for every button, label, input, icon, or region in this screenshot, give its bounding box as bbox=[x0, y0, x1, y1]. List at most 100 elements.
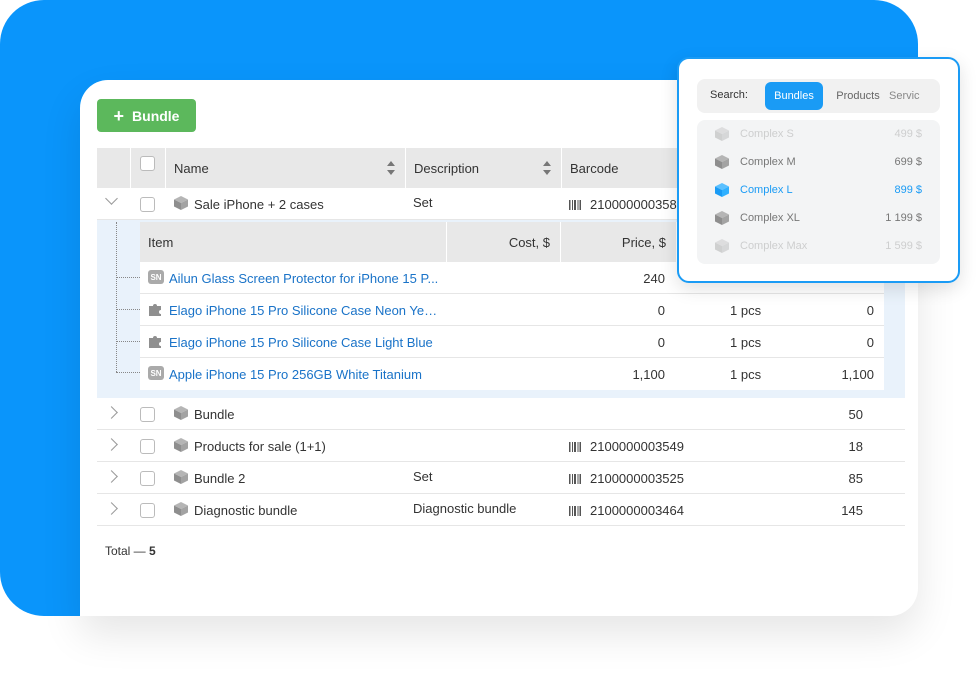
item-total: 1,100 bbox=[841, 367, 874, 382]
item-price: 699 $ bbox=[894, 156, 922, 168]
item-name: Complex M bbox=[740, 156, 796, 168]
item-cost: 1,100 bbox=[632, 367, 665, 382]
list-item[interactable]: Complex XL 1 199 $ bbox=[697, 204, 940, 232]
add-bundle-label: Bundle bbox=[132, 107, 180, 124]
item-price: 1 199 $ bbox=[885, 212, 922, 224]
row-checkbox[interactable] bbox=[140, 503, 155, 518]
row-value: 18 bbox=[848, 439, 863, 454]
column-header-name[interactable]: Name bbox=[165, 148, 405, 188]
item-link[interactable]: Ailun Glass Screen Protector for iPhone … bbox=[169, 271, 438, 286]
row-name: Products for sale (1+1) bbox=[194, 439, 326, 454]
barcode-icon bbox=[569, 442, 581, 452]
row-value: 50 bbox=[848, 407, 863, 422]
item-link[interactable]: Elago iPhone 15 Pro Silicone Case Light … bbox=[169, 335, 433, 350]
subcolumn-cost: Cost, $ bbox=[446, 222, 560, 262]
cube-icon bbox=[174, 470, 188, 484]
chevron-right-icon[interactable] bbox=[105, 406, 118, 419]
item-total: 0 bbox=[866, 303, 874, 318]
item-price: 499 $ bbox=[894, 128, 922, 140]
subtable-row[interactable]: SN Apple iPhone 15 Pro 256GB White Titan… bbox=[140, 358, 884, 390]
serial-number-icon: SN bbox=[148, 366, 164, 380]
select-all-cell bbox=[130, 148, 165, 188]
puzzle-icon bbox=[149, 336, 161, 348]
select-all-checkbox[interactable] bbox=[140, 156, 155, 171]
cube-icon bbox=[174, 438, 188, 452]
row-checkbox[interactable] bbox=[140, 197, 155, 212]
item-cost: 0 bbox=[657, 303, 665, 318]
row-checkbox[interactable] bbox=[140, 471, 155, 486]
chevron-right-icon[interactable] bbox=[105, 470, 118, 483]
search-popup: Search: Bundles Products Servic Complex … bbox=[677, 57, 960, 283]
item-link[interactable]: Elago iPhone 15 Pro Silicone Case Neon Y… bbox=[169, 303, 439, 318]
item-quantity: 1 pcs bbox=[730, 367, 762, 382]
item-link[interactable]: Apple iPhone 15 Pro 256GB White Titanium bbox=[169, 367, 422, 382]
list-item[interactable]: Complex S 499 $ bbox=[697, 120, 940, 148]
chevron-right-icon[interactable] bbox=[105, 502, 118, 515]
tab-products[interactable]: Products bbox=[829, 82, 887, 110]
row-description: Diagnostic bundle bbox=[413, 501, 517, 516]
table-row[interactable]: Bundle 50 bbox=[97, 398, 905, 430]
row-barcode: 2100000003464 bbox=[590, 503, 684, 518]
item-name: Complex S bbox=[740, 128, 794, 140]
item-name: Complex XL bbox=[740, 212, 800, 224]
tree-connector bbox=[116, 372, 140, 373]
sort-icon[interactable] bbox=[543, 161, 551, 175]
row-value: 145 bbox=[841, 503, 863, 518]
list-item[interactable]: Complex M 699 $ bbox=[697, 148, 940, 176]
subtable-row[interactable]: Elago iPhone 15 Pro Silicone Case Light … bbox=[140, 326, 884, 358]
total-count: Total — 5 bbox=[105, 544, 156, 558]
subcolumn-label-cost: Cost, $ bbox=[508, 234, 550, 250]
item-price: 1 599 $ bbox=[885, 240, 922, 252]
item-total: 0 bbox=[866, 335, 874, 350]
serial-number-icon: SN bbox=[148, 270, 164, 284]
subtable-row[interactable]: Elago iPhone 15 Pro Silicone Case Neon Y… bbox=[140, 294, 884, 326]
tab-bundles-label: Bundles bbox=[774, 90, 814, 102]
table-row[interactable]: Products for sale (1+1) 2100000003549 18 bbox=[97, 430, 905, 462]
row-name: Bundle 2 bbox=[194, 471, 246, 486]
row-checkbox[interactable] bbox=[140, 407, 155, 422]
row-description: Set bbox=[413, 469, 433, 484]
tab-bundles[interactable]: Bundles bbox=[765, 82, 823, 110]
cube-icon bbox=[715, 211, 729, 225]
puzzle-icon bbox=[149, 304, 161, 316]
cube-icon bbox=[174, 406, 188, 420]
cube-icon bbox=[174, 196, 188, 210]
tree-connector bbox=[116, 341, 140, 342]
item-cost: 240 bbox=[643, 271, 665, 286]
cube-icon bbox=[174, 502, 188, 516]
column-header-description[interactable]: Description bbox=[405, 148, 561, 188]
item-price: 899 $ bbox=[894, 184, 922, 196]
item-name: Complex Max bbox=[740, 240, 808, 252]
expand-column-header bbox=[97, 148, 130, 188]
tab-services[interactable]: Servic bbox=[889, 82, 940, 110]
row-name: Bundle bbox=[194, 407, 235, 422]
tab-products-label: Products bbox=[836, 90, 880, 102]
cube-icon bbox=[715, 183, 729, 197]
column-label-name: Name bbox=[174, 160, 209, 176]
chevron-right-icon[interactable] bbox=[105, 438, 118, 451]
barcode-icon bbox=[569, 200, 581, 210]
chevron-down-icon[interactable] bbox=[105, 192, 118, 205]
list-item-selected[interactable]: Complex L 899 $ bbox=[697, 176, 940, 204]
row-description: Set bbox=[413, 195, 433, 210]
cube-icon bbox=[715, 239, 729, 253]
column-label-description: Description bbox=[414, 160, 480, 176]
subcolumn-item: Item bbox=[140, 222, 446, 262]
list-item[interactable]: Complex Max 1 599 $ bbox=[697, 232, 940, 260]
column-label-barcode: Barcode bbox=[570, 160, 619, 176]
barcode-icon bbox=[569, 506, 581, 516]
row-value: 85 bbox=[848, 471, 863, 486]
add-bundle-button[interactable]: + Bundle bbox=[97, 99, 196, 132]
total-label: Total — bbox=[105, 544, 146, 558]
row-checkbox[interactable] bbox=[140, 439, 155, 454]
table-row[interactable]: Diagnostic bundle Diagnostic bundle 2100… bbox=[97, 494, 905, 526]
total-value: 5 bbox=[149, 544, 156, 558]
row-barcode: 2100000003525 bbox=[590, 471, 684, 486]
tree-connector bbox=[116, 222, 117, 372]
item-quantity: 1 pcs bbox=[730, 303, 762, 318]
item-name: Complex L bbox=[740, 184, 793, 196]
subcolumn-label-item: Item bbox=[148, 234, 174, 250]
plus-icon: + bbox=[113, 105, 125, 126]
sort-icon[interactable] bbox=[387, 161, 395, 175]
table-row[interactable]: Bundle 2 Set 2100000003525 85 bbox=[97, 462, 905, 494]
